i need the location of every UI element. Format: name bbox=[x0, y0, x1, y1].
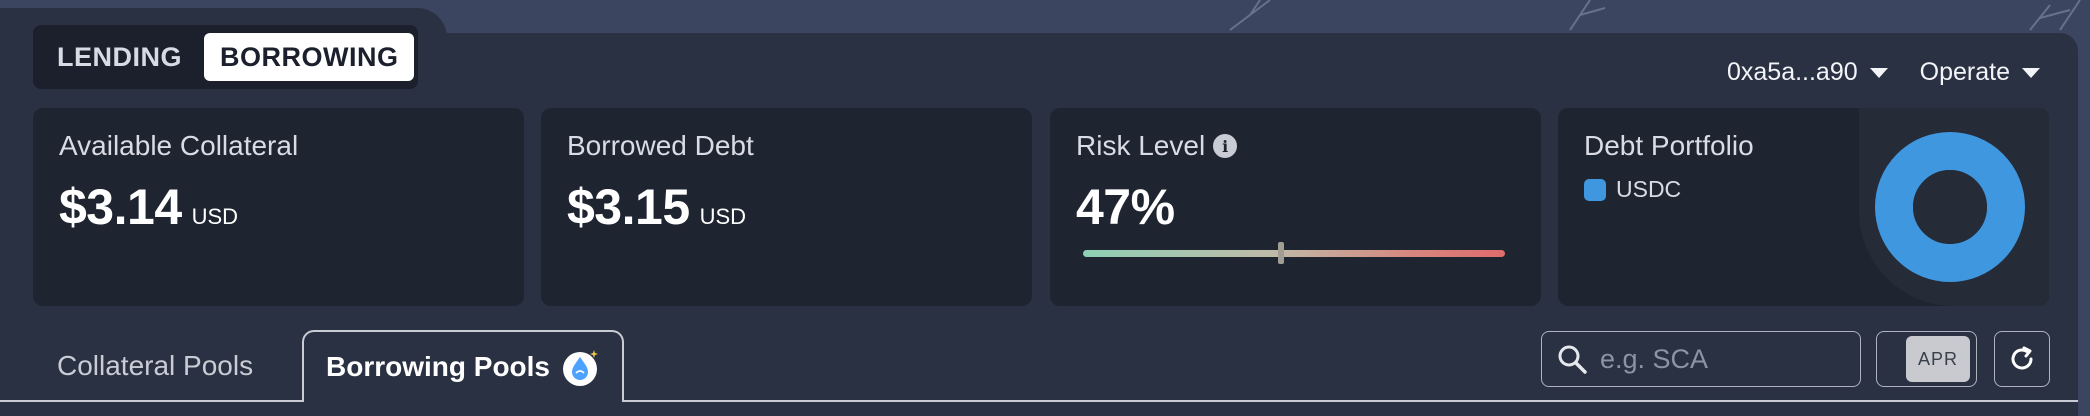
risk-card: Risk Level i 47% bbox=[1050, 108, 1541, 306]
lending-tab[interactable]: LENDING bbox=[41, 33, 198, 81]
caret-down-icon bbox=[2022, 67, 2040, 78]
borrowing-pools-label: Borrowing Pools bbox=[326, 351, 550, 382]
apr-sort-button[interactable]: APR bbox=[1906, 336, 1970, 382]
usdc-swatch bbox=[1584, 178, 1606, 201]
debt-value: $3.15 bbox=[567, 179, 690, 235]
caret-down-icon bbox=[1869, 67, 1888, 78]
debt-card: Borrowed Debt $3.15 USD bbox=[541, 108, 1032, 306]
risk-value-row: 47% bbox=[1076, 178, 1515, 236]
tab-collateral-pools[interactable]: Collateral Pools bbox=[57, 330, 253, 402]
refresh-icon bbox=[2011, 346, 2033, 370]
search-icon bbox=[1558, 345, 1587, 374]
sort-toggle: APR bbox=[1876, 331, 1977, 387]
refresh-button[interactable] bbox=[1994, 331, 2050, 387]
risk-marker bbox=[1278, 242, 1285, 264]
borrowing-tab[interactable]: BORROWING bbox=[204, 33, 415, 81]
risk-title-row: Risk Level i bbox=[1076, 130, 1515, 162]
operate-dropdown[interactable]: Operate bbox=[1920, 58, 2040, 87]
donut-backdrop bbox=[1859, 108, 2049, 306]
risk-value: 47% bbox=[1076, 179, 1175, 235]
sui-drop-icon bbox=[560, 347, 600, 387]
operate-label: Operate bbox=[1919, 58, 2010, 86]
risk-title: Risk Level bbox=[1076, 130, 1206, 161]
risk-gauge bbox=[1083, 242, 1505, 264]
mode-toggle: LENDING BORROWING bbox=[33, 25, 418, 89]
pool-search bbox=[1541, 331, 1861, 387]
collateral-value: $3.14 bbox=[59, 179, 182, 235]
wallet-dropdown[interactable]: 0xa5a...a90 bbox=[1727, 58, 1888, 87]
portfolio-card: Debt Portfolio USDC bbox=[1558, 108, 2049, 306]
debt-unit: USD bbox=[699, 204, 747, 229]
info-icon[interactable]: i bbox=[1213, 134, 1238, 158]
tab-borrowing-pools[interactable]: Borrowing Pools bbox=[302, 330, 624, 402]
collateral-unit: USD bbox=[191, 204, 239, 229]
debt-title: Borrowed Debt bbox=[567, 130, 754, 161]
debt-value-row: $3.15 USD bbox=[567, 178, 1006, 236]
wallet-address: 0xa5a...a90 bbox=[1726, 58, 1858, 86]
collateral-title: Available Collateral bbox=[59, 130, 299, 161]
search-input[interactable] bbox=[1600, 343, 1840, 375]
donut-hole bbox=[1913, 170, 1987, 244]
header-actions: 0xa5a...a90 Operate bbox=[1727, 58, 2040, 87]
usdc-label: USDC bbox=[1616, 176, 1682, 202]
collateral-value-row: $3.14 USD bbox=[59, 178, 498, 236]
portfolio-donut bbox=[1875, 132, 2025, 282]
collateral-card: Available Collateral $3.14 USD bbox=[33, 108, 524, 306]
